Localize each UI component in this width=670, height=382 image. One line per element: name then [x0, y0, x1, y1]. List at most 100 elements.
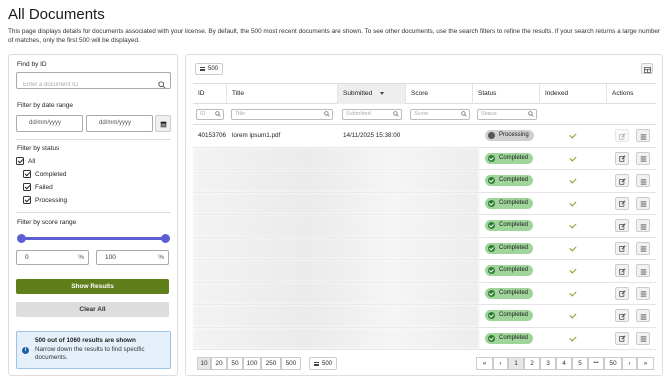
menu-button[interactable] [636, 129, 650, 142]
page-size-100[interactable]: 100 [243, 357, 261, 370]
indexed-check-icon [569, 266, 577, 274]
menu-button[interactable] [636, 196, 650, 210]
date-from-input[interactable]: dd/mm/yyyy [16, 115, 83, 132]
table-row[interactable]: Completed [193, 237, 656, 260]
edit-button[interactable] [615, 151, 629, 165]
edit-icon [618, 127, 626, 145]
menu-button[interactable] [636, 174, 650, 187]
id-filter-input[interactable]: ID [196, 109, 224, 120]
table-row[interactable]: Completed [193, 327, 656, 350]
menu-icon [640, 149, 647, 167]
table-row[interactable]: Completed [193, 282, 656, 305]
column-header-submitted[interactable]: Submitted [338, 84, 406, 104]
checkbox[interactable] [23, 196, 31, 204]
column-header-status[interactable]: Status [473, 84, 540, 104]
page-size-10[interactable]: 10 [197, 357, 211, 370]
score-filter-input[interactable]: Score [410, 109, 470, 120]
table-row[interactable]: Completed [193, 215, 656, 238]
status-badge: Completed [485, 332, 534, 344]
checkbox[interactable] [23, 183, 31, 191]
edit-button[interactable] [615, 264, 629, 277]
edit-button[interactable] [615, 219, 629, 232]
check-circle-icon [488, 177, 495, 184]
indexed-check-icon [569, 221, 577, 229]
export-button[interactable] [641, 63, 653, 74]
status-option-completed[interactable]: Completed [23, 170, 66, 178]
edit-icon [618, 172, 626, 190]
calendar-button[interactable] [155, 115, 171, 132]
search-icon[interactable] [158, 76, 166, 94]
check-circle-icon [488, 222, 495, 229]
document-id-input[interactable] [17, 77, 152, 93]
cell-title[interactable]: lorem ipsum1.pdf [227, 125, 280, 147]
checkbox[interactable] [23, 170, 31, 178]
search-icon [461, 111, 467, 121]
table-row[interactable]: Completed [193, 147, 656, 170]
menu-button[interactable] [636, 149, 650, 167]
redacted-row-content [193, 215, 479, 237]
page-1-button[interactable]: 1 [508, 357, 524, 370]
status-option-failed[interactable]: Failed [23, 183, 53, 191]
edit-icon [618, 284, 626, 302]
edit-button[interactable] [615, 241, 629, 255]
page-size-250[interactable]: 250 [261, 357, 281, 370]
redacted-row-content [193, 305, 479, 327]
prev-page-button[interactable]: ‹ [493, 357, 508, 370]
page-4-button[interactable]: 4 [556, 357, 572, 370]
table-row[interactable]: Completed [193, 192, 656, 215]
title-filter-input[interactable]: Title [231, 109, 333, 120]
column-header-id[interactable]: ID [193, 84, 227, 104]
column-header-title[interactable]: Title [227, 84, 338, 104]
page-ellipsis: ••• [588, 357, 604, 370]
table-row[interactable]: Completed [193, 305, 656, 328]
edit-button[interactable] [615, 196, 629, 210]
search-icon [393, 111, 399, 121]
page-size-20[interactable]: 20 [211, 357, 227, 370]
page-50-button[interactable]: 50 [604, 357, 622, 370]
page-size-500[interactable]: 500 [281, 357, 301, 370]
table-row[interactable]: Completed [193, 170, 656, 193]
menu-button[interactable] [636, 241, 650, 255]
score-slider-track[interactable] [21, 237, 166, 240]
last-page-button[interactable]: » [637, 357, 654, 370]
edit-button[interactable] [615, 284, 629, 302]
menu-button[interactable] [636, 264, 650, 277]
status-option-processing[interactable]: Processing [23, 196, 67, 204]
table-row[interactable]: Completed [193, 260, 656, 283]
menu-button[interactable] [636, 331, 650, 345]
table-row[interactable]: 40153706 lorem ipsum1.pdf 14/11/2025 15:38… [193, 125, 656, 148]
score-max-input[interactable]: 100% [96, 250, 169, 265]
date-to-input[interactable]: dd/mm/yyyy [86, 115, 153, 132]
edit-button[interactable] [615, 174, 629, 187]
checkbox[interactable] [16, 157, 24, 165]
next-page-button[interactable]: › [622, 357, 637, 370]
indexed-check-icon [569, 176, 577, 184]
score-min-input[interactable]: 0% [16, 250, 89, 265]
clear-all-button[interactable]: Clear All [16, 302, 169, 317]
edit-button[interactable] [615, 309, 629, 322]
page-5-button[interactable]: 5 [572, 357, 588, 370]
menu-button[interactable] [636, 309, 650, 322]
page-title: All Documents [8, 6, 105, 23]
edit-button[interactable] [615, 331, 629, 345]
page-size-50[interactable]: 50 [227, 357, 243, 370]
status-filter-input[interactable]: Status [477, 109, 537, 120]
page-2-button[interactable]: 2 [524, 357, 540, 370]
check-circle-icon [488, 267, 495, 274]
menu-button[interactable] [636, 219, 650, 232]
page-3-button[interactable]: 3 [540, 357, 556, 370]
column-header-indexed[interactable]: Indexed [540, 84, 607, 104]
column-header-score[interactable]: Score [406, 84, 473, 104]
score-slider-min-handle[interactable] [17, 234, 26, 243]
show-results-button[interactable]: Show Results [16, 279, 169, 294]
footer-size-chip[interactable]: 500 [309, 357, 338, 370]
score-slider-max-handle[interactable] [161, 234, 170, 243]
first-page-button[interactable]: « [476, 357, 493, 370]
status-option-all[interactable]: All [16, 157, 35, 165]
submitted-filter-input[interactable]: Submitted [342, 109, 402, 120]
page-size-chip[interactable]: 500 [195, 63, 224, 75]
menu-button[interactable] [636, 286, 650, 300]
edit-button[interactable] [615, 129, 629, 142]
check-circle-icon [488, 199, 495, 207]
menu-icon [640, 262, 647, 280]
